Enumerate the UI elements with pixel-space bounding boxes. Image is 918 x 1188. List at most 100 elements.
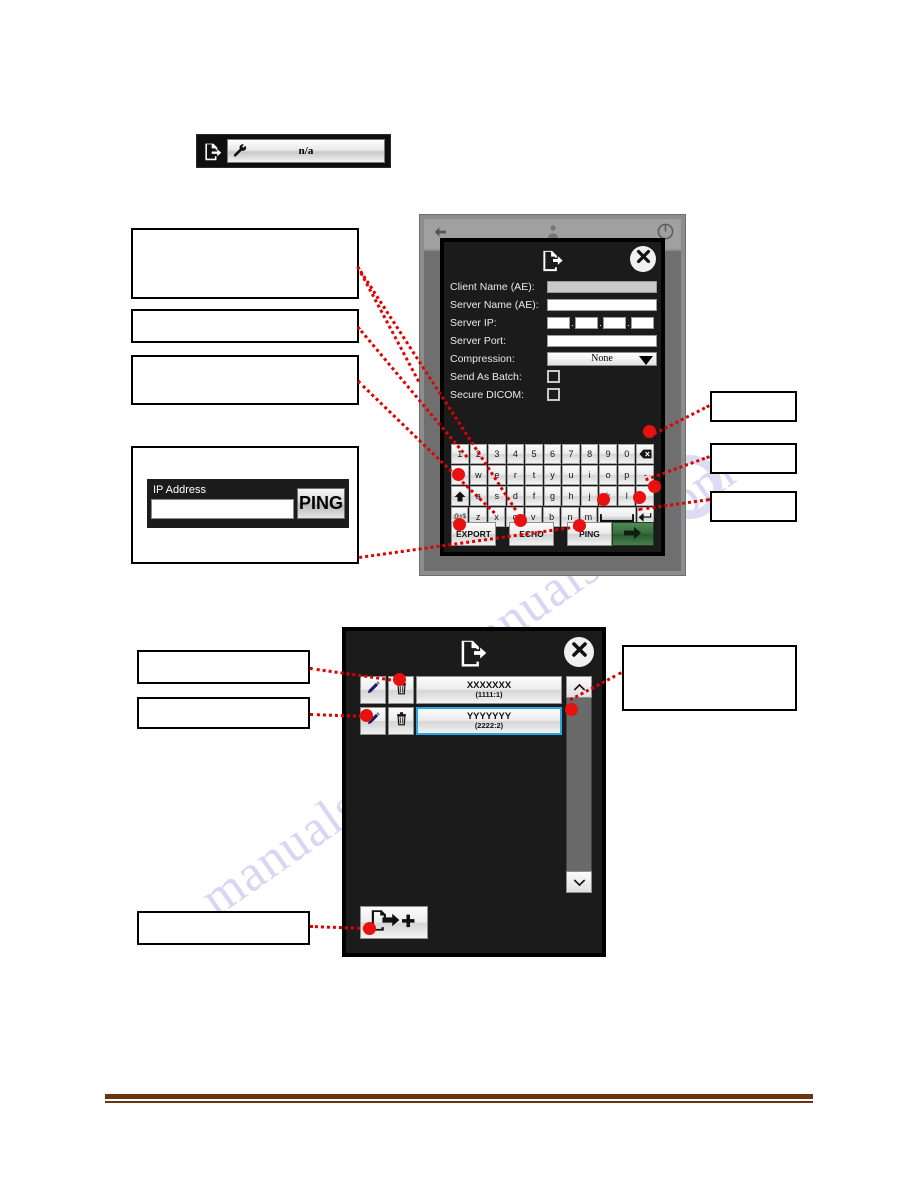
key-4[interactable]: 4 <box>506 444 525 464</box>
close-button[interactable] <box>564 637 594 667</box>
export-button[interactable]: EXPORT <box>451 522 496 546</box>
right-arrow-icon <box>623 526 642 542</box>
add-destination-icon <box>370 908 418 937</box>
scroll-down-button[interactable] <box>566 871 592 893</box>
dialog-header <box>444 242 661 276</box>
key-r[interactable]: r <box>506 465 525 485</box>
field-send-as-batch: Send As Batch: <box>450 368 661 385</box>
key-6[interactable]: 6 <box>543 444 562 464</box>
key-q[interactable]: q <box>451 465 469 485</box>
add-destination-button[interactable] <box>360 906 428 939</box>
key-0[interactable]: 0 <box>617 444 636 464</box>
server-ip-octet-1[interactable] <box>547 316 570 329</box>
server-ip-octet-4[interactable] <box>631 316 654 329</box>
key-period[interactable]: . <box>636 486 655 506</box>
destination-address: (2222:2) <box>474 721 504 731</box>
key-w[interactable]: w <box>469 465 488 485</box>
key-d[interactable]: d <box>506 486 525 506</box>
field-secure-dicom: Secure DICOM: <box>450 386 661 403</box>
key-j[interactable]: j <box>580 486 599 506</box>
key-a[interactable]: a <box>469 486 488 506</box>
key-1[interactable]: 1 <box>451 444 469 464</box>
settings-value-field[interactable]: n/a <box>227 139 385 163</box>
key-2[interactable]: 2 <box>469 444 488 464</box>
on-screen-keyboard: 1 2 3 4 5 6 7 8 9 0 q w e r t y u i o p … <box>451 444 655 527</box>
confirm-button[interactable] <box>611 522 654 546</box>
callout-box-4 <box>710 391 797 422</box>
destination-entry-selected[interactable]: YYYYYYY (2222:2) <box>416 707 562 735</box>
ip-address-input[interactable] <box>151 498 294 519</box>
key-s[interactable]: s <box>488 486 506 506</box>
document-export-icon <box>458 638 490 673</box>
destination-list: XXXXXXX (1111:1) YYYYYYY (2222:2) <box>360 676 592 893</box>
key-p[interactable]: p <box>617 465 636 485</box>
server-ip-octet-2[interactable] <box>575 316 598 329</box>
field-label: Send As Batch: <box>450 370 522 383</box>
key-3[interactable]: 3 <box>488 444 506 464</box>
key-l[interactable]: l <box>617 486 636 506</box>
shift-key-icon[interactable] <box>451 486 469 506</box>
close-icon <box>570 640 589 664</box>
destination-entry[interactable]: XXXXXXX (1111:1) <box>416 676 562 704</box>
edit-button[interactable] <box>360 676 386 704</box>
field-server-name: Server Name (AE): <box>450 296 661 313</box>
key-hyphen[interactable]: - <box>636 465 655 485</box>
dialog-header <box>346 631 602 673</box>
server-port-input[interactable] <box>547 334 657 347</box>
key-e[interactable]: e <box>488 465 506 485</box>
field-server-port: Server Port: <box>450 332 661 349</box>
page-canvas: manualslib.com manualslib.com n/a <box>0 0 918 1188</box>
key-5[interactable]: 5 <box>525 444 543 464</box>
keyboard-row: 1 2 3 4 5 6 7 8 9 0 <box>451 444 655 464</box>
field-label: Compression: <box>450 352 515 365</box>
destination-rows: XXXXXXX (1111:1) YYYYYYY (2222:2) <box>360 676 562 893</box>
key-g[interactable]: g <box>543 486 562 506</box>
scroll-up-button[interactable] <box>566 676 592 698</box>
secure-dicom-checkbox[interactable] <box>547 388 560 401</box>
list-scrollbar[interactable] <box>566 676 592 893</box>
delete-button[interactable] <box>388 707 414 735</box>
edit-button[interactable] <box>360 707 386 735</box>
send-as-batch-checkbox[interactable] <box>547 370 560 383</box>
key-u[interactable]: u <box>562 465 580 485</box>
key-9[interactable]: 9 <box>599 444 617 464</box>
scroll-track[interactable] <box>566 698 592 871</box>
compression-select[interactable]: None <box>547 351 657 366</box>
key-o[interactable]: o <box>599 465 617 485</box>
callout-box-1 <box>131 228 359 299</box>
leader-line-1 <box>356 266 421 383</box>
ping-button[interactable]: PING <box>566 522 612 546</box>
footer-rule-thin <box>105 1101 813 1103</box>
chevron-down-icon <box>573 878 585 886</box>
backspace-key-icon[interactable] <box>636 444 655 464</box>
echo-button[interactable]: ECHO <box>508 522 554 546</box>
key-i[interactable]: i <box>580 465 599 485</box>
delete-button[interactable] <box>388 676 414 704</box>
ping-button[interactable]: PING <box>297 488 345 519</box>
callout-box-3 <box>131 355 359 405</box>
close-button[interactable] <box>630 246 656 272</box>
pencil-icon <box>366 711 381 731</box>
callout-box-7 <box>137 650 310 684</box>
settings-shortcut-widget[interactable]: n/a <box>196 134 391 168</box>
list-item: YYYYYYY (2222:2) <box>360 707 562 735</box>
close-icon <box>635 248 652 270</box>
document-export-icon <box>197 142 227 161</box>
key-8[interactable]: 8 <box>580 444 599 464</box>
chevron-up-icon <box>573 683 585 691</box>
server-ip-octet-3[interactable] <box>603 316 626 329</box>
callout-box-8 <box>137 697 310 729</box>
field-label: Server IP: <box>450 316 497 329</box>
keyboard-row: a s d f g h j k l . <box>451 486 655 506</box>
field-label: Client Name (AE): <box>450 280 535 293</box>
key-h[interactable]: h <box>562 486 580 506</box>
server-ip-group: . . . <box>547 316 654 329</box>
ip-address-row: PING <box>151 488 345 519</box>
key-k[interactable]: k <box>599 486 617 506</box>
key-y[interactable]: y <box>543 465 562 485</box>
key-7[interactable]: 7 <box>562 444 580 464</box>
dicom-settings-form: Client Name (AE): Server Name (AE): Serv… <box>444 276 661 403</box>
server-name-input[interactable] <box>547 298 657 311</box>
key-f[interactable]: f <box>525 486 543 506</box>
key-t[interactable]: t <box>525 465 543 485</box>
